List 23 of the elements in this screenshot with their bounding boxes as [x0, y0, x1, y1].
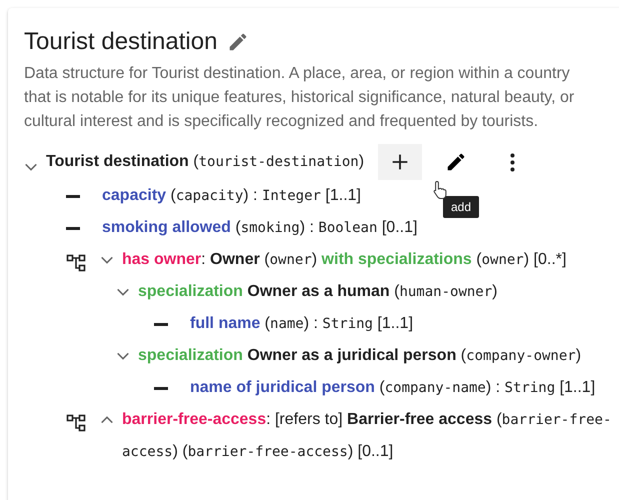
description: Data structure for Tourist destination. A place, area, or region within a country that is notable for its unique features, historical significance, natural beauty, or cultural interest and is specifically recognized and frequented by tourists.	[24, 64, 576, 132]
specialization-label: specialization Owner as a juridical person (company-owner)	[138, 346, 582, 366]
attribute-label: smoking allowed (smoking) : Boolean [0..1]	[102, 218, 418, 238]
hierarchy-icon	[66, 413, 86, 433]
attribute-label: full name (name) : String [1..1]	[190, 314, 414, 334]
association-label: has owner: Owner (owner) with specializations (owner) [0..*]	[122, 250, 566, 270]
hierarchy-icon	[66, 253, 86, 273]
add-button[interactable]	[378, 144, 422, 180]
hand-cursor-icon	[432, 180, 448, 200]
dash-icon	[66, 195, 80, 198]
attribute-label: capacity (capacity) : Integer [1..1]	[102, 186, 361, 206]
more-icon	[510, 152, 515, 172]
attribute-label: name of juridical person (company-name) : String [1..1]	[190, 378, 596, 398]
page-title: Tourist destination	[24, 28, 218, 56]
dash-icon	[154, 387, 168, 390]
pencil-icon[interactable]	[227, 31, 250, 53]
node-label: Tourist destination (tourist-destination)	[46, 152, 364, 172]
association-label: barrier-free-access: [refers to] Barrier-free access (barrier-free-access) (barrier-free-access) [0..1]	[122, 410, 612, 462]
dash-icon	[66, 227, 80, 230]
dash-icon	[154, 323, 168, 326]
tooltip: add	[443, 196, 480, 218]
pencil-icon	[445, 151, 468, 173]
specialization-label: specialization Owner as a human (human-owner)	[138, 282, 498, 302]
